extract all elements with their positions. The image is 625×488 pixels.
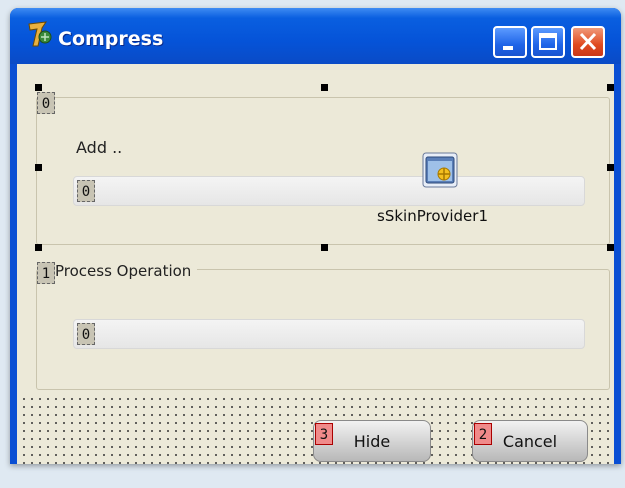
tab-order-marker: 1 [37,262,55,284]
skin-provider-icon[interactable] [422,152,458,188]
tab-order-marker: 0 [37,92,55,114]
tab-order-marker: 0 [77,180,95,202]
selection-handle[interactable] [607,244,614,251]
selection-handle[interactable] [607,164,614,171]
tab-order-marker: 0 [77,323,95,345]
compress-window: Compress 0 Add .. 0 sSkinProvider1 Proce… [10,8,621,464]
cancel-button-label: Cancel [502,432,558,451]
hide-button-label: Hide [353,432,391,451]
selection-handle[interactable] [321,244,328,251]
skin-provider-label: sSkinProvider1 [375,207,490,225]
add-edit-field[interactable] [73,176,585,206]
close-icon [579,32,597,51]
selection-handle[interactable] [35,164,42,171]
close-button[interactable] [571,26,605,58]
add-groupbox [36,97,610,245]
main-panel: 0 Add .. 0 sSkinProvider1 Process Operat… [17,64,614,394]
selection-handle[interactable] [35,244,42,251]
maximize-button[interactable] [531,26,565,58]
selection-handle[interactable] [35,84,42,91]
tab-order-marker: 3 [315,423,333,445]
process-edit-field[interactable] [73,319,585,349]
minimize-button[interactable] [493,26,527,58]
minimize-icon [503,46,513,50]
add-label: Add .. [76,138,123,157]
title-bar[interactable]: Compress [10,8,621,64]
maximize-icon [539,33,557,50]
window-title: Compress [58,28,164,50]
form-client-area: 0 Add .. 0 sSkinProvider1 Process Operat… [17,64,614,464]
selection-handle[interactable] [321,84,328,91]
delphi-app-icon [28,21,52,47]
tab-order-marker: 2 [474,423,492,445]
selection-handle[interactable] [607,84,614,91]
process-operation-caption: Process Operation [55,262,198,280]
